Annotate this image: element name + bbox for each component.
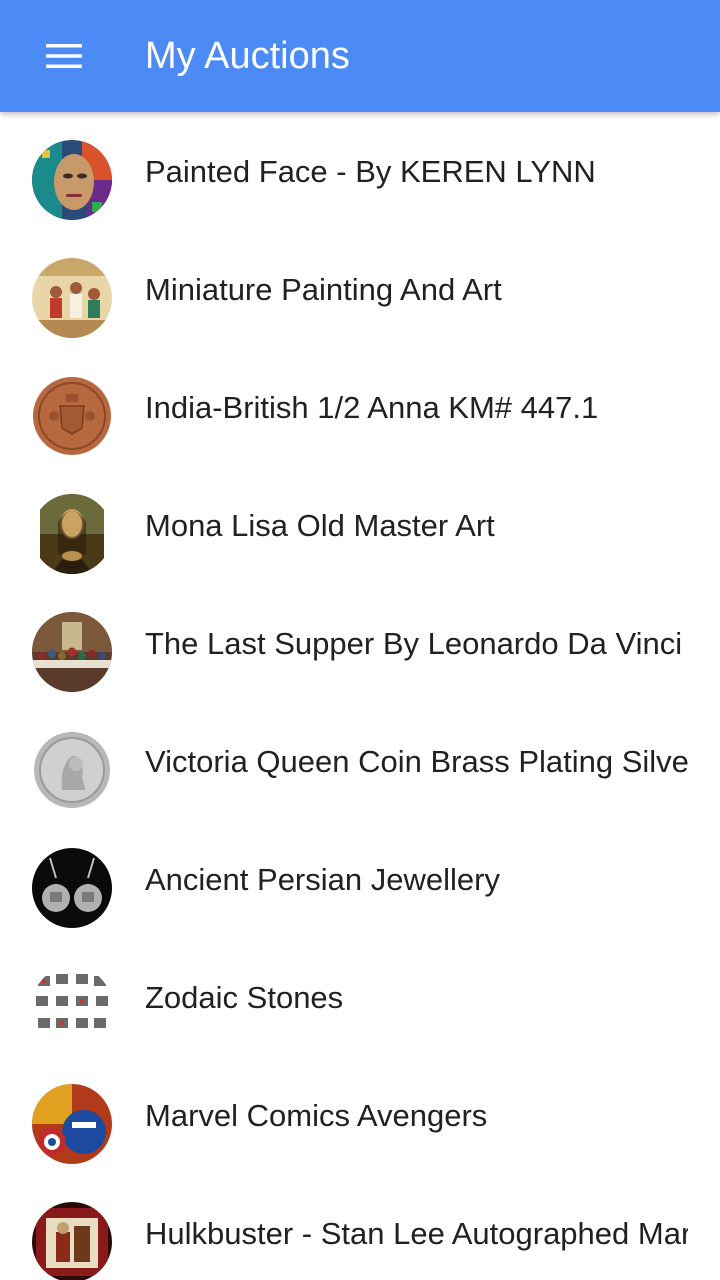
auction-title: Miniature Painting And Art — [145, 272, 502, 307]
menu-button[interactable] — [30, 30, 98, 82]
auction-title: Hulkbuster - Stan Lee Autographed Marvel — [145, 1216, 688, 1251]
auction-thumbnail — [32, 966, 112, 1046]
auction-thumbnail — [32, 376, 112, 456]
auction-item[interactable]: Marvel Comics Avengers — [0, 1056, 720, 1174]
auction-item[interactable]: Ancient Persian Jewellery — [0, 820, 720, 938]
auction-item[interactable]: Miniature Painting And Art — [0, 230, 720, 348]
auction-thumbnail — [32, 258, 112, 338]
auction-list: Painted Face - By KEREN LYNN Miniature P… — [0, 112, 720, 1280]
auction-item[interactable]: Painted Face - By KEREN LYNN — [0, 112, 720, 230]
auction-title: Zodaic Stones — [145, 980, 344, 1015]
auction-thumbnail — [32, 494, 112, 574]
auction-thumbnail — [32, 140, 112, 220]
auction-title: Mona Lisa Old Master Art — [145, 508, 495, 543]
auction-item[interactable]: The Last Supper By Leonardo Da Vinci — [0, 584, 720, 702]
auction-thumbnail — [32, 848, 112, 928]
auction-title: Marvel Comics Avengers — [145, 1098, 488, 1133]
auction-thumbnail — [32, 1202, 112, 1280]
auction-item[interactable]: Hulkbuster - Stan Lee Autographed Marvel — [0, 1174, 720, 1280]
hamburger-menu-icon — [46, 44, 82, 68]
auction-title: India-British 1/2 Anna KM# 447.1 — [145, 390, 599, 425]
auction-thumbnail — [32, 612, 112, 692]
auction-item[interactable]: Victoria Queen Coin Brass Plating Silver — [0, 702, 720, 820]
auction-item[interactable]: India-British 1/2 Anna KM# 447.1 — [0, 348, 720, 466]
auction-thumbnail — [32, 730, 112, 810]
auction-item[interactable]: Mona Lisa Old Master Art — [0, 466, 720, 584]
auction-item[interactable]: Zodaic Stones — [0, 938, 720, 1056]
auction-title: The Last Supper By Leonardo Da Vinci — [145, 626, 683, 661]
app-bar: My Auctions — [0, 0, 720, 112]
page-title: My Auctions — [145, 35, 350, 77]
auction-thumbnail — [32, 1084, 112, 1164]
auction-title: Ancient Persian Jewellery — [145, 862, 500, 897]
auction-title: Victoria Queen Coin Brass Plating Silver — [145, 744, 688, 779]
auction-title: Painted Face - By KEREN LYNN — [145, 154, 596, 189]
